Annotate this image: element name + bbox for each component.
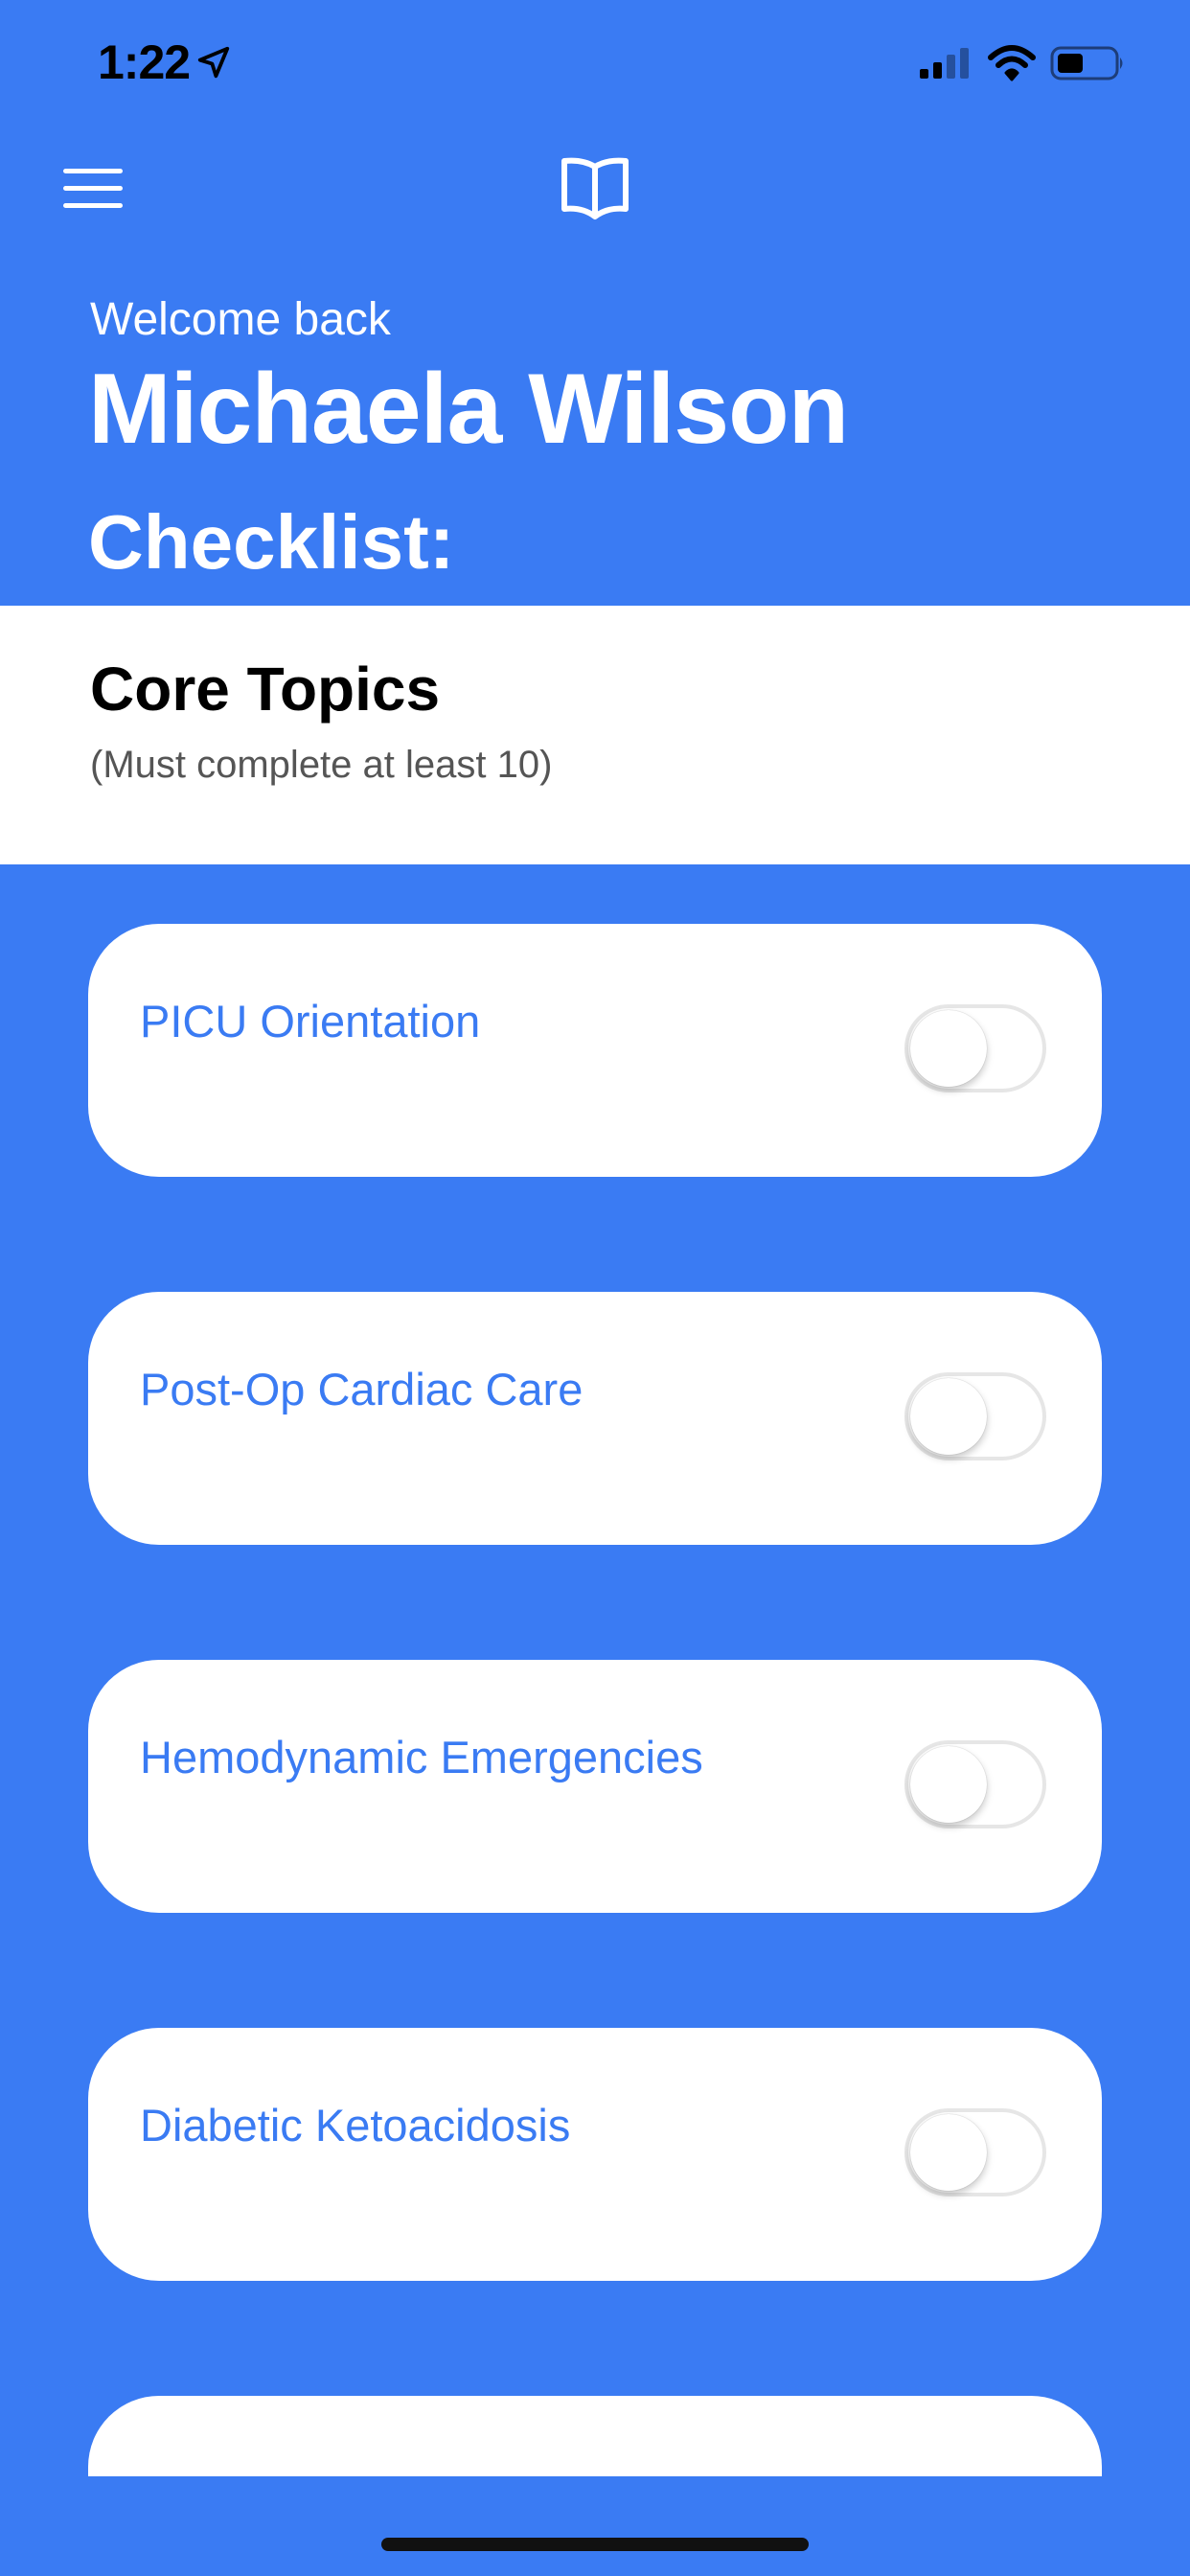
toggle-knob: [910, 1746, 987, 1823]
checklist-item-label: Post-Op Cardiac Care: [140, 1364, 584, 1414]
checklist-screen: 1:22 Welcome back Michaela Wilson Checkl…: [0, 0, 1190, 2576]
checklist-item-card: Hemodynamic Emergencies: [88, 1660, 1102, 1913]
completion-toggle[interactable]: [904, 1004, 1046, 1092]
checklist-item-label: PICU Orientation: [140, 996, 481, 1046]
completion-toggle[interactable]: [904, 2108, 1046, 2196]
section-header: Core Topics (Must complete at least 10): [0, 606, 1190, 864]
section-subtitle: (Must complete at least 10): [90, 744, 553, 786]
checklist-item-label: Hemodynamic Emergencies: [140, 1732, 703, 1782]
toggle-knob: [910, 1010, 987, 1087]
home-indicator[interactable]: [381, 2538, 809, 2551]
cellular-signal-icon: [920, 48, 969, 79]
welcome-text: Welcome back: [90, 294, 391, 345]
toggle-knob: [910, 2114, 987, 2191]
checklist-item-card: Diabetic Ketoacidosis: [88, 2028, 1102, 2281]
location-arrow-icon: [197, 46, 230, 79]
checklist-heading: Checklist:: [88, 499, 455, 585]
open-book-icon: [561, 157, 629, 219]
checklist-item-card-partial: [88, 2396, 1102, 2476]
section-title: Core Topics: [90, 655, 441, 724]
wifi-icon: [988, 45, 1036, 81]
user-name: Michaela Wilson: [88, 354, 849, 465]
checklist-item-card: Post-Op Cardiac Care: [88, 1292, 1102, 1545]
completion-toggle[interactable]: [904, 1740, 1046, 1828]
battery-icon: [1050, 46, 1123, 80]
status-time: 1:22: [98, 35, 191, 89]
status-bar: 1:22: [0, 0, 1190, 125]
hamburger-menu-icon[interactable]: [61, 165, 125, 213]
checklist-item-label: Diabetic Ketoacidosis: [140, 2100, 571, 2150]
completion-toggle[interactable]: [904, 1372, 1046, 1460]
toggle-knob: [910, 1378, 987, 1455]
checklist-item-card: PICU Orientation: [88, 924, 1102, 1177]
